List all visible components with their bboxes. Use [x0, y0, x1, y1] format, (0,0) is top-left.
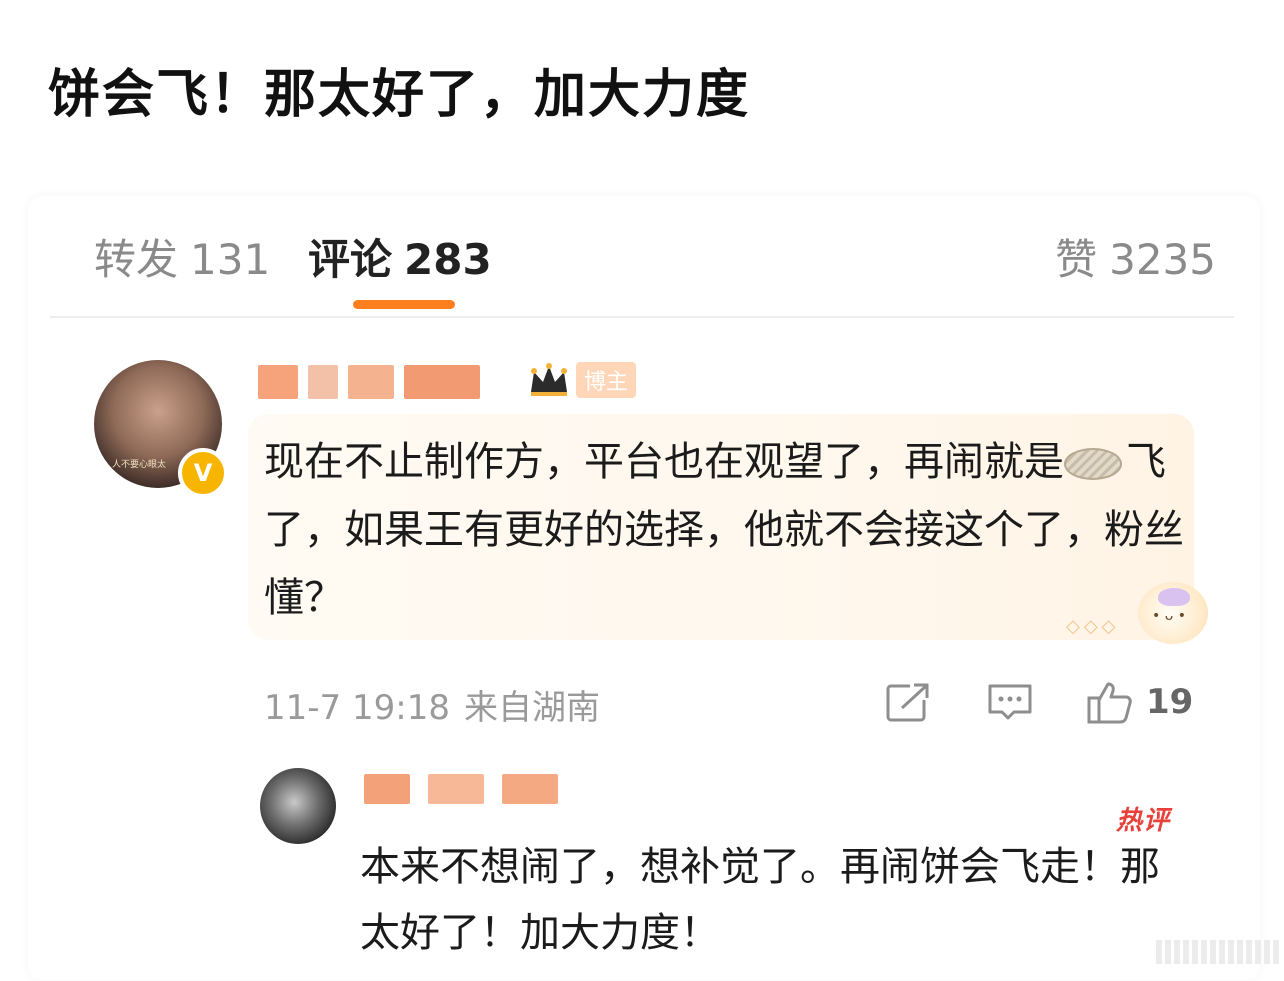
reply-avatar[interactable] [260, 768, 336, 844]
tab-bar: 转发 131 评论 283 赞 3235 [28, 196, 1260, 318]
mosaic-block [502, 774, 558, 804]
watermark-bars-icon [1156, 940, 1279, 964]
comment-text: 现在不止制作方，平台也在观望了，再闹就是 飞了，如果王有更好的选择，他就不会接这个… [264, 428, 1184, 632]
tab-comment-label: 评论 [308, 235, 393, 284]
mosaic-block [258, 365, 298, 399]
page: 饼会飞！那太好了，加大力度 转发 131 评论 283 赞 3235 人不要心眼太 V [0, 0, 1284, 981]
share-icon [886, 682, 930, 722]
comment-meta: 11-7 19:18 来自湖南 [264, 680, 600, 729]
crown-icon [528, 362, 570, 398]
username-blurred[interactable] [258, 362, 538, 402]
decoration-dots-icon: ◇◇◇ [1066, 616, 1120, 637]
reply-text: 本来不想闹了，想补觉了。再闹饼会飞走！那太好了！加大力度！ [360, 844, 1160, 956]
bread-sticker-icon [1064, 448, 1122, 480]
mosaic-block [348, 365, 394, 399]
comment-text-part1: 现在不止制作方，平台也在观望了，再闹就是 [264, 439, 1064, 485]
tab-like-count: 3235 [1109, 235, 1216, 284]
host-label: 博主 [576, 362, 637, 398]
tab-repost-label: 转发 [94, 235, 179, 284]
reply-button[interactable] [986, 680, 1034, 724]
tab-divider [50, 316, 1234, 318]
mosaic-block [404, 365, 480, 399]
tab-like-label: 赞 [1055, 235, 1098, 284]
hot-comment-badge: 热评 [1116, 806, 1171, 836]
headline: 饼会飞！那太好了，加大力度 [48, 65, 751, 125]
tab-repost-count: 131 [190, 235, 271, 284]
reply-username-blurred[interactable] [364, 774, 558, 804]
tab-comment[interactable]: 评论 283 [308, 226, 492, 287]
avatar-caption: 人不要心眼太 [112, 460, 167, 470]
weibo-comment-card: 转发 131 评论 283 赞 3235 人不要心眼太 V 博主 现在不止制作方… [28, 196, 1260, 980]
tab-comment-count: 283 [404, 235, 492, 284]
verified-badge-icon: V [178, 448, 228, 498]
comment-time: 11-7 19:18 [264, 688, 450, 728]
thumbs-up-icon [1087, 682, 1132, 724]
active-tab-indicator [353, 300, 455, 309]
mosaic-block [364, 774, 410, 804]
like-button[interactable]: 19 [1086, 680, 1193, 724]
comment-icon [988, 684, 1032, 720]
host-tag: 博主 [528, 362, 637, 398]
mascot-sticker-icon [1138, 582, 1208, 644]
mosaic-block [428, 774, 484, 804]
like-count: 19 [1146, 682, 1194, 722]
comment-location: 来自湖南 [463, 688, 600, 728]
tab-like[interactable]: 赞 3235 [1055, 226, 1216, 287]
mosaic-block [308, 365, 338, 399]
share-button[interactable] [884, 680, 932, 724]
tab-repost[interactable]: 转发 131 [94, 226, 270, 287]
